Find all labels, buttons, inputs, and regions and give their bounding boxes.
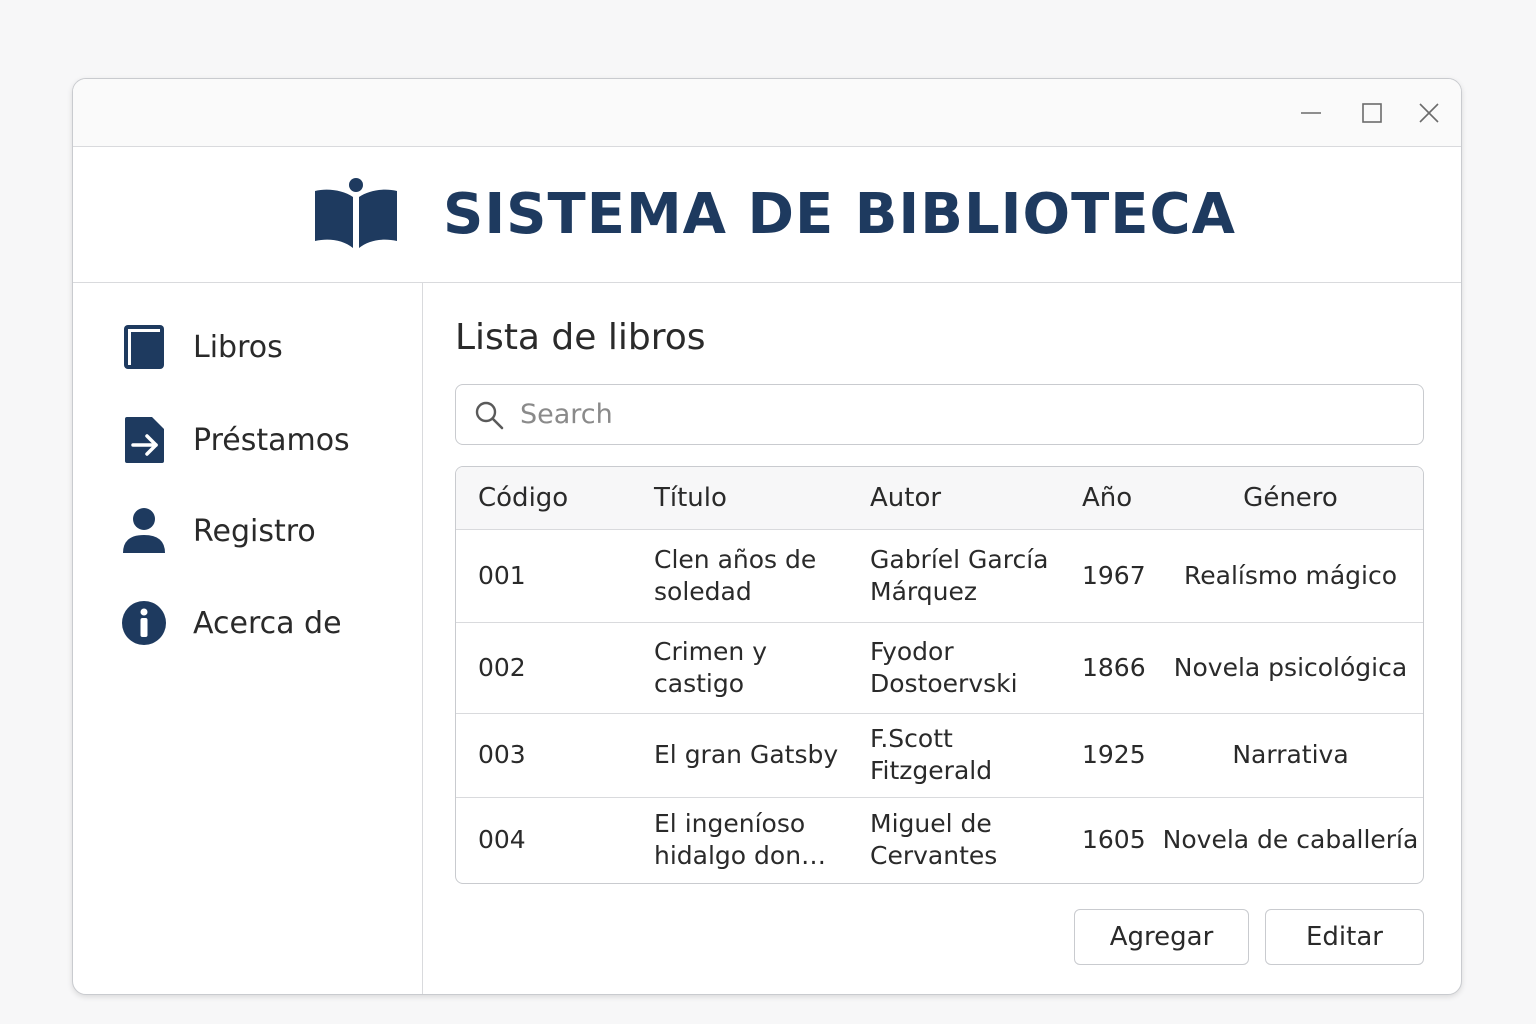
column-header-genero[interactable]: Género (1158, 467, 1423, 530)
sidebar-item-acerca-de[interactable]: Acerca de (121, 593, 342, 653)
cell-autor: Fyodor Dostoervski (848, 622, 1060, 714)
title-bar (73, 79, 1461, 147)
cell-codigo: 001 (456, 529, 632, 623)
cell-anio: 1967 (1060, 529, 1158, 623)
maximize-button[interactable] (1355, 96, 1389, 130)
app-window: SISTEMA DE BIBLIOTECA Libros Préstamos R… (72, 78, 1462, 995)
minimize-icon (1301, 112, 1321, 114)
table-row[interactable]: 001 Clen años de soledad Gabríel García … (456, 529, 1423, 623)
cell-titulo: Crimen y castigo (632, 622, 848, 714)
sidebar-item-label: Préstamos (193, 422, 350, 458)
sidebar-item-label: Libros (193, 329, 283, 365)
column-header-titulo[interactable]: Título (632, 467, 848, 530)
cell-anio: 1605 (1082, 825, 1146, 855)
cell-titulo: El gran Gatsby (632, 713, 848, 798)
column-header-anio[interactable]: Año (1060, 467, 1158, 530)
open-book-icon (315, 177, 397, 248)
search-input[interactable] (520, 399, 1400, 430)
content-area: Libros Préstamos Registro Acerca de List… (73, 283, 1461, 994)
close-button[interactable] (1412, 96, 1446, 130)
minimize-button[interactable] (1294, 96, 1328, 130)
cell-titulo-text: El ingeníoso hidalgo don Qu… (654, 809, 806, 871)
cell-titulo-text: El gran Gatsby (654, 740, 839, 769)
column-header-codigo[interactable]: Código (456, 467, 632, 530)
edit-button[interactable]: Editar (1265, 909, 1424, 965)
cell-genero: Novela de caballería (1162, 825, 1419, 855)
cell-titulo-text: Crimen y castigo (654, 636, 768, 698)
add-button[interactable]: Agregar (1074, 909, 1249, 965)
cell-codigo: 003 (456, 713, 632, 798)
books-table: Código Título Autor Año Género 001 Clen … (455, 466, 1424, 884)
table-row[interactable]: 002 Crimen y castigo Fyodor Dostoervski … (456, 622, 1423, 714)
cell-codigo: 002 (456, 622, 632, 714)
cell-autor: F.Scott Fitzgerald (848, 713, 1060, 798)
loan-icon (121, 415, 167, 465)
cell-titulo: Clen años de soledad (632, 529, 848, 623)
app-title: SISTEMA DE BIBLIOTECA (443, 182, 1236, 247)
search-icon (475, 401, 504, 429)
cell-genero: Realísmo mágico (1158, 529, 1423, 623)
cell-titulo: El ingeníoso hidalgo don Qu… (632, 797, 848, 883)
book-icon (121, 322, 167, 372)
sidebar-item-libros[interactable]: Libros (121, 317, 283, 377)
info-icon (121, 598, 167, 648)
cell-titulo-text: Clen años de soledad (654, 544, 817, 606)
app-header: SISTEMA DE BIBLIOTECA (73, 147, 1461, 283)
cell-anio: 1925 (1060, 713, 1158, 798)
cell-genero: Narrativa (1158, 713, 1423, 798)
main-panel: Lista de libros Código Título (455, 283, 1425, 994)
cell-autor: Gabríel García Márquez (848, 529, 1060, 623)
sidebar-item-registro[interactable]: Registro (121, 501, 316, 561)
search-field[interactable] (455, 384, 1424, 445)
sidebar-item-label: Acerca de (193, 605, 342, 641)
user-icon (121, 506, 167, 556)
sidebar-item-prestamos[interactable]: Préstamos (121, 410, 350, 470)
cell-codigo: 004 (478, 825, 526, 855)
table-row[interactable]: 003 El gran Gatsby F.Scott Fitzgerald 19… (456, 713, 1423, 798)
close-icon (1419, 103, 1439, 123)
table-header-row: Código Título Autor Año Género (456, 467, 1423, 530)
cell-genero: Novela psicológica (1158, 622, 1423, 714)
cell-autor: Miguel de Cervantes (870, 809, 998, 871)
cell-anio: 1866 (1060, 622, 1158, 714)
sidebar: Libros Préstamos Registro Acerca de (73, 283, 423, 994)
column-header-autor[interactable]: Autor (848, 467, 1060, 530)
table-row[interactable]: 004 El ingeníoso hidalgo don Qu… Miguel … (456, 797, 1423, 883)
page-title: Lista de libros (455, 317, 706, 358)
sidebar-item-label: Registro (193, 513, 316, 549)
maximize-icon (1362, 103, 1382, 123)
